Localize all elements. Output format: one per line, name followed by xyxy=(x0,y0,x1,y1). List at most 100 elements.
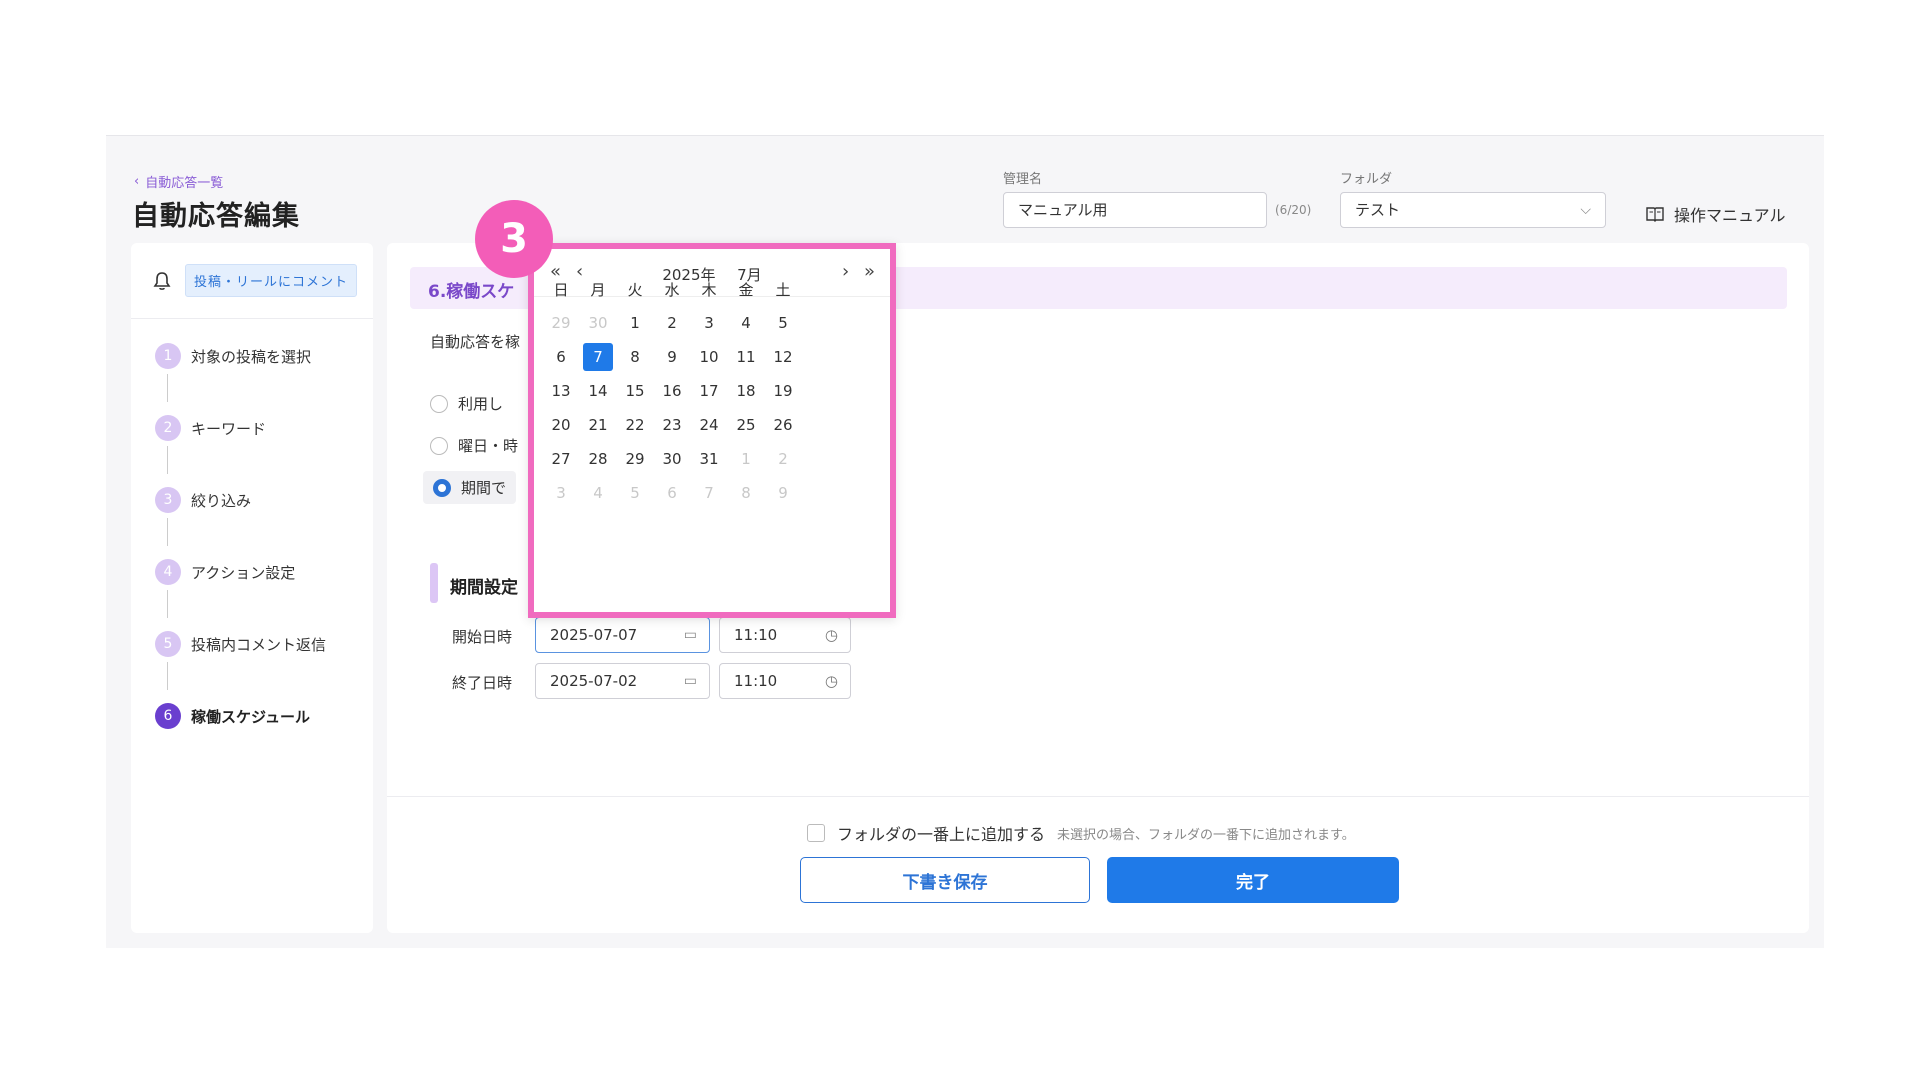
step-label: 絞り込み xyxy=(191,491,252,510)
end-time-input[interactable]: 11:10 ◷ xyxy=(719,663,851,699)
save-draft-button[interactable]: 下書き保存 xyxy=(800,857,1090,903)
calendar-day[interactable]: 29 xyxy=(546,309,576,337)
radio-option-weekday[interactable]: 曜日・時 xyxy=(430,435,518,456)
calendar-day-selected[interactable]: 7 xyxy=(583,343,613,371)
calendar-day[interactable]: 9 xyxy=(657,343,687,371)
radio-dot-selected xyxy=(433,478,451,497)
operate-label: 自動応答を稼 xyxy=(430,333,521,351)
step-item-6[interactable]: 6 稼働スケジュール xyxy=(155,703,375,729)
radio-label: 曜日・時 xyxy=(458,437,519,455)
end-label: 終了日時 xyxy=(452,674,513,692)
next-year-icon[interactable]: » xyxy=(864,261,875,282)
calendar-day[interactable]: 24 xyxy=(694,411,724,439)
start-date-input[interactable]: 2025-07-07 ▭ xyxy=(535,617,710,653)
calendar-day[interactable]: 12 xyxy=(768,343,798,371)
page-title: 自動応答編集 xyxy=(132,201,300,232)
step-connector xyxy=(167,662,168,690)
back-link[interactable]: ‹ 自動応答一覧 xyxy=(134,172,223,191)
start-label: 開始日時 xyxy=(452,628,513,646)
calendar-day[interactable]: 9 xyxy=(768,479,798,507)
weekday-header: 土 xyxy=(775,280,791,299)
step-label: キーワード xyxy=(191,419,267,438)
end-date-input[interactable]: 2025-07-02 ▭ xyxy=(535,663,710,699)
weekday-header: 火 xyxy=(627,280,643,299)
calendar-day[interactable]: 6 xyxy=(546,343,576,371)
calendar-day[interactable]: 27 xyxy=(546,445,576,473)
calendar-day[interactable]: 2 xyxy=(768,445,798,473)
calendar-day[interactable]: 25 xyxy=(731,411,761,439)
calendar-day[interactable]: 5 xyxy=(620,479,650,507)
weekday-header: 木 xyxy=(701,280,717,299)
step-item-3[interactable]: 3 絞り込み xyxy=(155,487,375,513)
calendar-day[interactable]: 6 xyxy=(657,479,687,507)
calendar-day[interactable]: 29 xyxy=(620,445,650,473)
calendar-day[interactable]: 28 xyxy=(583,445,613,473)
folder-top-note: 未選択の場合、フォルダの一番下に追加されます。 xyxy=(1057,827,1355,843)
calendar-day[interactable]: 31 xyxy=(694,445,724,473)
clock-icon: ◷ xyxy=(824,672,838,690)
name-input[interactable]: マニュアル用 xyxy=(1003,192,1267,228)
sidebar-type-row: 投稿・リールにコメント xyxy=(131,243,373,319)
calendar-day[interactable]: 17 xyxy=(694,377,724,405)
step-label: 投稿内コメント返信 xyxy=(191,635,327,654)
clock-icon: ◷ xyxy=(824,626,838,644)
calendar-day[interactable]: 30 xyxy=(657,445,687,473)
step-number: 1 xyxy=(155,343,181,369)
radio-label: 期間で xyxy=(461,479,507,497)
calendar-day[interactable]: 23 xyxy=(657,411,687,439)
calendar-day[interactable]: 4 xyxy=(731,309,761,337)
step-number: 3 xyxy=(155,487,181,513)
step-number: 5 xyxy=(155,631,181,657)
step-item-5[interactable]: 5 投稿内コメント返信 xyxy=(155,631,375,657)
calendar-day[interactable]: 11 xyxy=(731,343,761,371)
type-badge: 投稿・リールにコメント xyxy=(185,264,358,297)
footer-divider xyxy=(387,796,1809,797)
calendar-day[interactable]: 10 xyxy=(694,343,724,371)
complete-button[interactable]: 完了 xyxy=(1107,857,1399,903)
step-number: 4 xyxy=(155,559,181,585)
calendar-day[interactable]: 8 xyxy=(731,479,761,507)
calendar-day[interactable]: 8 xyxy=(620,343,650,371)
manual-link[interactable]: 操作マニュアル xyxy=(1646,202,1786,226)
start-time-input[interactable]: 11:10 ◷ xyxy=(719,617,851,653)
step-connector xyxy=(167,590,168,618)
period-accent-bar xyxy=(430,563,438,603)
radio-option-unused[interactable]: 利用し xyxy=(430,393,503,414)
calendar-day[interactable]: 3 xyxy=(694,309,724,337)
calendar-day[interactable]: 3 xyxy=(546,479,576,507)
calendar-day[interactable]: 13 xyxy=(546,377,576,405)
book-icon xyxy=(1646,207,1664,222)
calendar-day[interactable]: 4 xyxy=(583,479,613,507)
step-item-2[interactable]: 2 キーワード xyxy=(155,415,375,441)
step-item-1[interactable]: 1 対象の投稿を選択 xyxy=(155,343,375,369)
calendar-day[interactable]: 22 xyxy=(620,411,650,439)
calendar-day[interactable]: 1 xyxy=(731,445,761,473)
calendar-day[interactable]: 30 xyxy=(583,309,613,337)
folder-top-checkbox[interactable] xyxy=(807,824,825,842)
step-item-4[interactable]: 4 アクション設定 xyxy=(155,559,375,585)
step-label: 稼働スケジュール xyxy=(191,707,310,726)
step-number: 2 xyxy=(155,415,181,441)
section-title: 6.稼働スケ xyxy=(428,282,515,302)
next-month-icon[interactable]: › xyxy=(842,261,849,282)
calendar-day[interactable]: 7 xyxy=(694,479,724,507)
start-date-value: 2025-07-07 xyxy=(550,626,638,644)
calendar-day[interactable]: 21 xyxy=(583,411,613,439)
calendar-day[interactable]: 5 xyxy=(768,309,798,337)
weekday-header: 水 xyxy=(664,280,680,299)
radio-option-period[interactable]: 期間で xyxy=(423,471,517,504)
calendar-day[interactable]: 16 xyxy=(657,377,687,405)
calendar-day[interactable]: 14 xyxy=(583,377,613,405)
step-number: 6 xyxy=(155,703,181,729)
calendar-day[interactable]: 26 xyxy=(768,411,798,439)
calendar-day[interactable]: 19 xyxy=(768,377,798,405)
folder-select[interactable]: テスト ⌵ xyxy=(1340,192,1606,228)
calendar-day[interactable]: 20 xyxy=(546,411,576,439)
chevron-left-icon: ‹ xyxy=(134,174,140,189)
calendar-day[interactable]: 18 xyxy=(731,377,761,405)
calendar-day[interactable]: 15 xyxy=(620,377,650,405)
folder-label: フォルダ xyxy=(1340,172,1393,187)
calendar-day[interactable]: 2 xyxy=(657,309,687,337)
calendar-day[interactable]: 1 xyxy=(620,309,650,337)
step-connector xyxy=(167,446,168,474)
